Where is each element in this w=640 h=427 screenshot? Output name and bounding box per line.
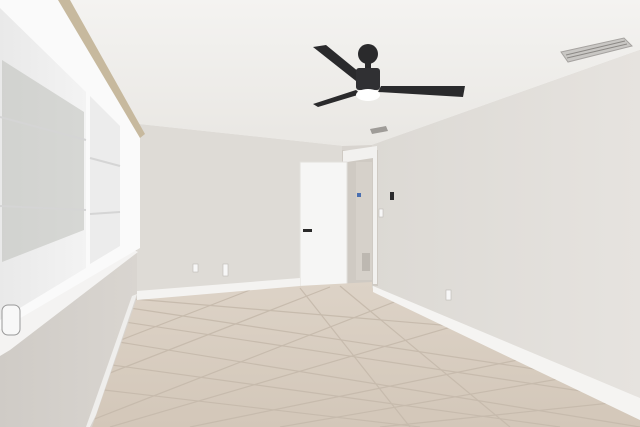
thermostat[interactable] (390, 192, 394, 200)
light-switch[interactable] (378, 208, 384, 218)
room-scene (0, 0, 640, 427)
hallway-tag (357, 193, 361, 197)
fan-motor (356, 68, 380, 90)
door-handle[interactable] (303, 229, 312, 232)
outlet-back-2 (222, 263, 229, 277)
fan-canopy (358, 44, 378, 64)
room-illustration (0, 0, 640, 427)
window-lock[interactable] (1, 304, 21, 336)
door[interactable] (299, 161, 348, 288)
fan-light (356, 89, 380, 101)
outlet-right (445, 289, 452, 301)
hallway-vent (362, 253, 370, 271)
outlet-back-1 (192, 263, 199, 273)
